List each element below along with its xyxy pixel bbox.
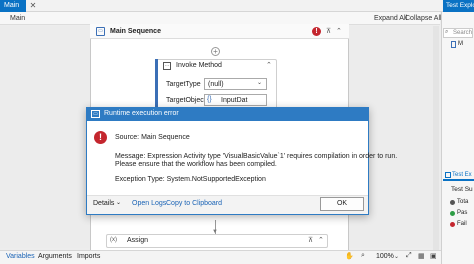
vertical-scrollbar[interactable]	[433, 26, 439, 250]
checkbox-icon	[445, 172, 451, 178]
passed-icon	[450, 211, 455, 216]
collapse-up-icon[interactable]: ⊼	[308, 236, 313, 244]
exception-type: Exception Type: System.NotSupportedExcep…	[115, 176, 266, 183]
file-icon	[451, 41, 456, 48]
chevron-up-icon[interactable]: ⌃	[336, 27, 344, 36]
sequence-icon: ▭	[96, 27, 105, 36]
failed-icon	[450, 222, 455, 227]
pan-hand-icon[interactable]: ✋	[345, 252, 354, 260]
test-summary-title: Test Su	[451, 186, 473, 193]
test-total-row[interactable]: Tota	[457, 199, 468, 205]
tab-test-explorer[interactable]: Test Explo	[443, 0, 474, 12]
grid-icon[interactable]: ▦	[418, 252, 425, 260]
fit-to-screen-icon[interactable]: ⤢	[406, 252, 412, 260]
error-icon[interactable]: !	[312, 27, 321, 36]
copy-to-clipboard-link[interactable]: Copy to Clipboard	[166, 200, 222, 207]
variables-tab[interactable]: Variables	[6, 253, 35, 260]
tab-strip	[0, 0, 474, 12]
search-icon: ⌕	[445, 29, 449, 35]
assign-title: Assign	[127, 237, 149, 244]
invoke-method-title: Invoke Method	[176, 62, 222, 69]
breadcrumb[interactable]: Main	[10, 15, 25, 22]
chevron-down-icon[interactable]: ⌄	[257, 79, 262, 86]
chevron-up-icon[interactable]: ⌃	[266, 61, 272, 69]
overview-map-icon[interactable]: ▣	[430, 252, 437, 260]
assign-icon: (x)	[110, 237, 117, 243]
chevron-up-icon[interactable]: ⌃	[318, 236, 324, 244]
imports-tab[interactable]: Imports	[77, 253, 100, 260]
open-logs-link[interactable]: Open Logs	[132, 200, 166, 207]
invoke-method-icon: ⋯	[163, 62, 171, 70]
chevron-down-icon[interactable]: ⌄	[116, 199, 121, 206]
chevron-down-icon[interactable]: ⌄	[394, 253, 399, 260]
add-activity-icon[interactable]: +	[211, 47, 220, 56]
arguments-tab[interactable]: Arguments	[38, 253, 72, 260]
tab-main[interactable]: Main	[0, 0, 26, 12]
ok-button[interactable]: OK	[320, 197, 364, 211]
error-icon: !	[94, 131, 107, 144]
details-toggle[interactable]: Details	[93, 200, 114, 207]
expand-all-button[interactable]: Expand All	[374, 15, 407, 22]
tree-item[interactable]: M	[458, 41, 463, 47]
sequence-title: Main Sequence	[110, 28, 161, 35]
error-message: Message: Expression Activity type 'Visua…	[115, 153, 398, 160]
zoom-level[interactable]: 100%	[376, 253, 394, 260]
test-passed-row[interactable]: Pas	[457, 210, 467, 216]
close-icon[interactable]: ✕	[28, 1, 38, 11]
error-message-continued: Please ensure that the workflow has been…	[115, 161, 277, 168]
expression-icon: {}	[207, 96, 212, 103]
target-object-input[interactable]: InputDat	[204, 94, 267, 106]
test-failed-row[interactable]: Fail	[457, 221, 467, 227]
target-object-label: TargetObject	[166, 97, 206, 104]
app-icon: ▭	[91, 110, 100, 118]
collapse-up-icon[interactable]: ⊼	[326, 27, 334, 36]
total-icon	[450, 200, 455, 205]
error-source: Source: Main Sequence	[115, 134, 190, 141]
zoom-icon[interactable]: ⌕	[361, 252, 365, 260]
dialog-title: Runtime execution error	[104, 110, 179, 117]
collapse-all-button[interactable]: Collapse All	[405, 15, 442, 22]
target-type-label: TargetType	[166, 81, 201, 88]
